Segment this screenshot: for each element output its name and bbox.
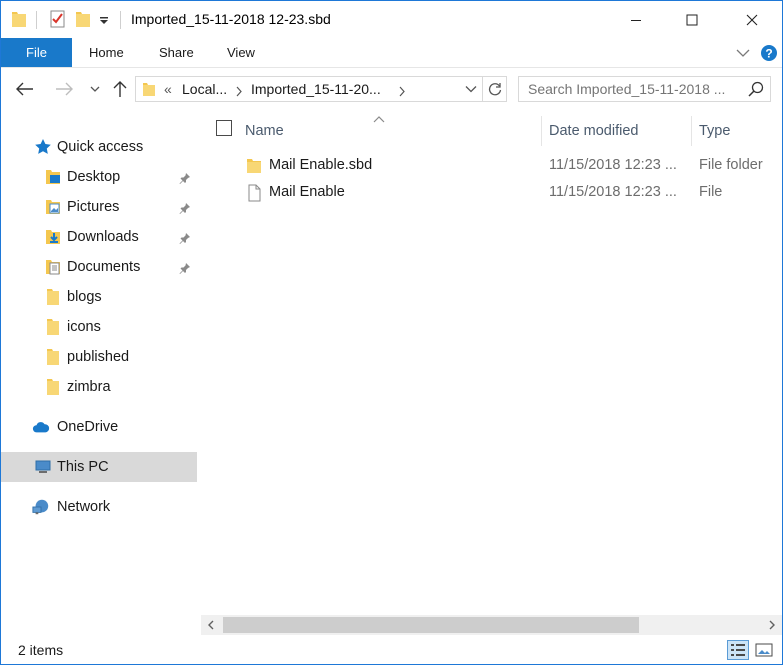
sidebar-item-this-pc[interactable]: This PC — [1, 452, 197, 482]
scrollbar-thumb[interactable] — [223, 617, 639, 633]
minimize-button[interactable] — [613, 1, 659, 38]
folder-icon — [44, 378, 62, 396]
tab-file[interactable]: File — [1, 38, 72, 67]
network-icon — [32, 498, 50, 516]
sidebar-item-desktop[interactable]: Desktop — [1, 162, 197, 192]
tab-view[interactable]: View — [227, 38, 255, 67]
file-date-modified: 11/15/2018 12:23 ... — [549, 184, 677, 200]
file-type: File folder — [699, 157, 763, 173]
column-header-type[interactable]: Type — [699, 116, 779, 146]
breadcrumb-local[interactable]: Local... — [182, 81, 227, 97]
pin-icon[interactable] — [179, 201, 191, 214]
nav-label-onedrive: OneDrive — [57, 419, 119, 435]
status-bar: 2 items — [1, 636, 782, 664]
properties-icon[interactable] — [50, 10, 66, 31]
scroll-right-icon[interactable] — [762, 615, 782, 635]
pin-icon[interactable] — [179, 171, 191, 184]
expand-ribbon-icon[interactable] — [734, 38, 752, 67]
scroll-left-icon[interactable] — [201, 615, 221, 635]
pin-icon[interactable] — [179, 261, 191, 274]
address-dropdown-button[interactable] — [460, 77, 482, 101]
file-icon — [245, 184, 263, 202]
sidebar-item-downloads[interactable]: Downloads — [1, 222, 197, 252]
column-header-name[interactable]: Name — [245, 116, 541, 146]
file-list: Name Date modified Type Mail Enable.sbd … — [201, 110, 782, 615]
pin-icon[interactable] — [179, 231, 191, 244]
title-bar: Imported_15-11-2018 12-23.sbd — [1, 1, 782, 38]
star-icon — [34, 138, 52, 156]
item-count: 2 items — [18, 642, 64, 658]
file-type: File — [699, 184, 723, 200]
sidebar-item-label: Documents — [67, 259, 141, 275]
sidebar-item-published[interactable]: published — [1, 342, 197, 372]
chevron-right-icon[interactable] — [398, 84, 406, 100]
folder-icon — [11, 10, 27, 31]
downloads-folder-icon — [44, 228, 62, 246]
new-folder-icon[interactable] — [75, 10, 91, 31]
svg-text:?: ? — [765, 46, 772, 60]
tab-share[interactable]: Share — [159, 38, 194, 67]
sidebar-item-network[interactable]: Network — [1, 492, 197, 522]
sidebar-item-zimbra[interactable]: zimbra — [1, 372, 197, 402]
sidebar-item-label: Downloads — [67, 229, 139, 245]
nav-label-network: Network — [57, 499, 111, 515]
ribbon-tabs: File Home Share View ? — [1, 38, 782, 68]
sidebar-item-label: Desktop — [67, 169, 121, 185]
details-view-button[interactable] — [727, 640, 749, 660]
pictures-folder-icon — [44, 198, 62, 216]
folder-icon — [44, 288, 62, 306]
forward-button[interactable] — [52, 77, 76, 101]
sidebar-item-label: blogs — [67, 289, 102, 305]
table-row[interactable]: Mail Enable 11/15/2018 12:23 ... File — [201, 180, 782, 206]
table-row[interactable]: Mail Enable.sbd 11/15/2018 12:23 ... Fil… — [201, 153, 782, 179]
select-all-checkbox[interactable] — [216, 120, 232, 136]
explorer-window: Imported_15-11-2018 12-23.sbd File Home … — [0, 0, 783, 665]
file-date-modified: 11/15/2018 12:23 ... — [549, 157, 677, 173]
sidebar-item-documents[interactable]: Documents — [1, 252, 197, 282]
sidebar-item-icons[interactable]: icons — [1, 312, 197, 342]
chevron-right-icon[interactable] — [235, 84, 243, 100]
tab-home[interactable]: Home — [89, 38, 124, 67]
search-input[interactable] — [528, 81, 738, 97]
help-icon[interactable]: ? — [758, 38, 780, 67]
sidebar-item-pictures[interactable]: Pictures — [1, 192, 197, 222]
computer-icon — [34, 458, 52, 476]
customize-toolbar-icon[interactable] — [99, 13, 109, 29]
desktop-folder-icon — [44, 168, 62, 186]
navigation-pane: Quick access Desktop Pictures Downloads … — [1, 110, 201, 636]
folder-icon — [44, 348, 62, 366]
recent-locations-button[interactable] — [83, 77, 107, 101]
folder-icon — [245, 157, 263, 175]
horizontal-scrollbar[interactable] — [201, 615, 782, 635]
folder-icon — [44, 318, 62, 336]
refresh-button[interactable] — [482, 77, 506, 101]
documents-folder-icon — [44, 258, 62, 276]
cloud-icon — [32, 418, 50, 436]
nav-label-this-pc: This PC — [57, 459, 109, 475]
nav-quick-access[interactable]: Quick access — [1, 132, 197, 162]
folder-icon — [142, 81, 156, 100]
breadcrumb-overflow[interactable]: « — [164, 81, 172, 97]
sidebar-item-label: published — [67, 349, 130, 365]
search-icon[interactable] — [748, 81, 764, 97]
file-name: Mail Enable.sbd — [269, 157, 373, 173]
up-button[interactable] — [108, 77, 132, 101]
maximize-button[interactable] — [669, 1, 715, 38]
sidebar-item-label: Pictures — [67, 199, 120, 215]
breadcrumb-current[interactable]: Imported_15-11-20... — [251, 81, 381, 97]
file-name: Mail Enable — [269, 184, 345, 200]
window-title: Imported_15-11-2018 12-23.sbd — [131, 11, 331, 27]
back-button[interactable] — [13, 77, 37, 101]
search-box[interactable] — [518, 76, 771, 102]
large-icons-view-button[interactable] — [753, 640, 775, 660]
address-bar[interactable]: « Local... Imported_15-11-20... — [135, 76, 507, 102]
sidebar-item-label: zimbra — [67, 379, 111, 395]
sidebar-item-onedrive[interactable]: OneDrive — [1, 412, 197, 442]
sidebar-item-blogs[interactable]: blogs — [1, 282, 197, 312]
nav-label-quick-access: Quick access — [57, 139, 144, 155]
sidebar-item-label: icons — [67, 319, 101, 335]
column-header-date-modified[interactable]: Date modified — [549, 116, 691, 146]
navigation-bar: « Local... Imported_15-11-20... — [1, 68, 782, 110]
close-button[interactable] — [729, 1, 775, 38]
